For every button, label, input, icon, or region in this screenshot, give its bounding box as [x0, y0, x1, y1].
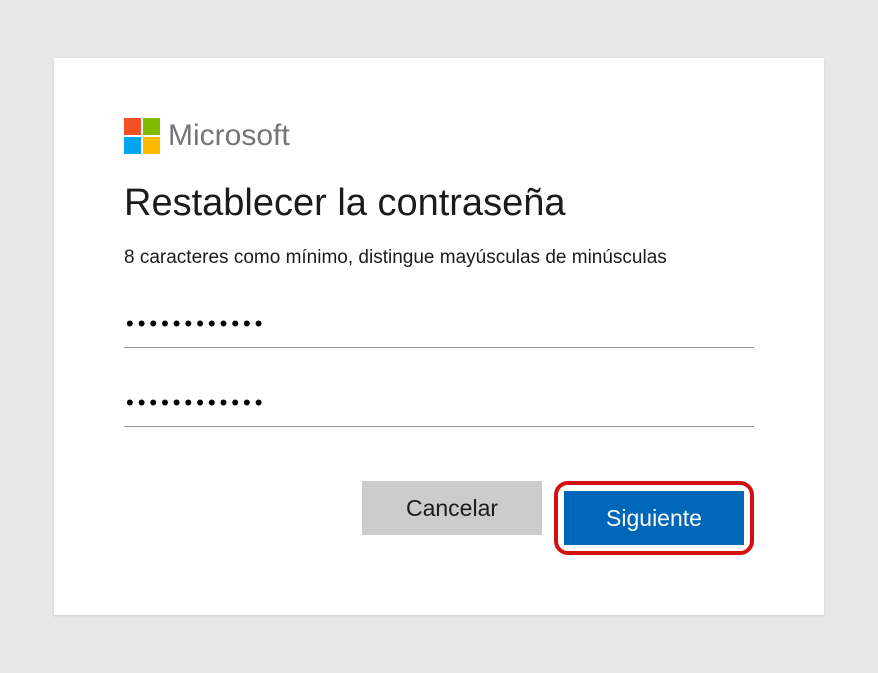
microsoft-logo-icon	[124, 118, 160, 154]
new-password-input[interactable]	[124, 301, 754, 348]
cancel-button[interactable]: Cancelar	[362, 481, 542, 535]
button-row: Cancelar Siguiente	[124, 481, 754, 555]
highlight-annotation: Siguiente	[554, 481, 754, 555]
reset-password-dialog: Microsoft Restablecer la contraseña 8 ca…	[54, 58, 824, 615]
confirm-password-input[interactable]	[124, 380, 754, 427]
brand-name: Microsoft	[168, 119, 290, 153]
brand-header: Microsoft	[124, 118, 754, 154]
dialog-subtitle: 8 caracteres como mínimo, distingue mayú…	[124, 247, 754, 269]
next-button[interactable]: Siguiente	[564, 491, 744, 545]
dialog-title: Restablecer la contraseña	[124, 182, 754, 225]
